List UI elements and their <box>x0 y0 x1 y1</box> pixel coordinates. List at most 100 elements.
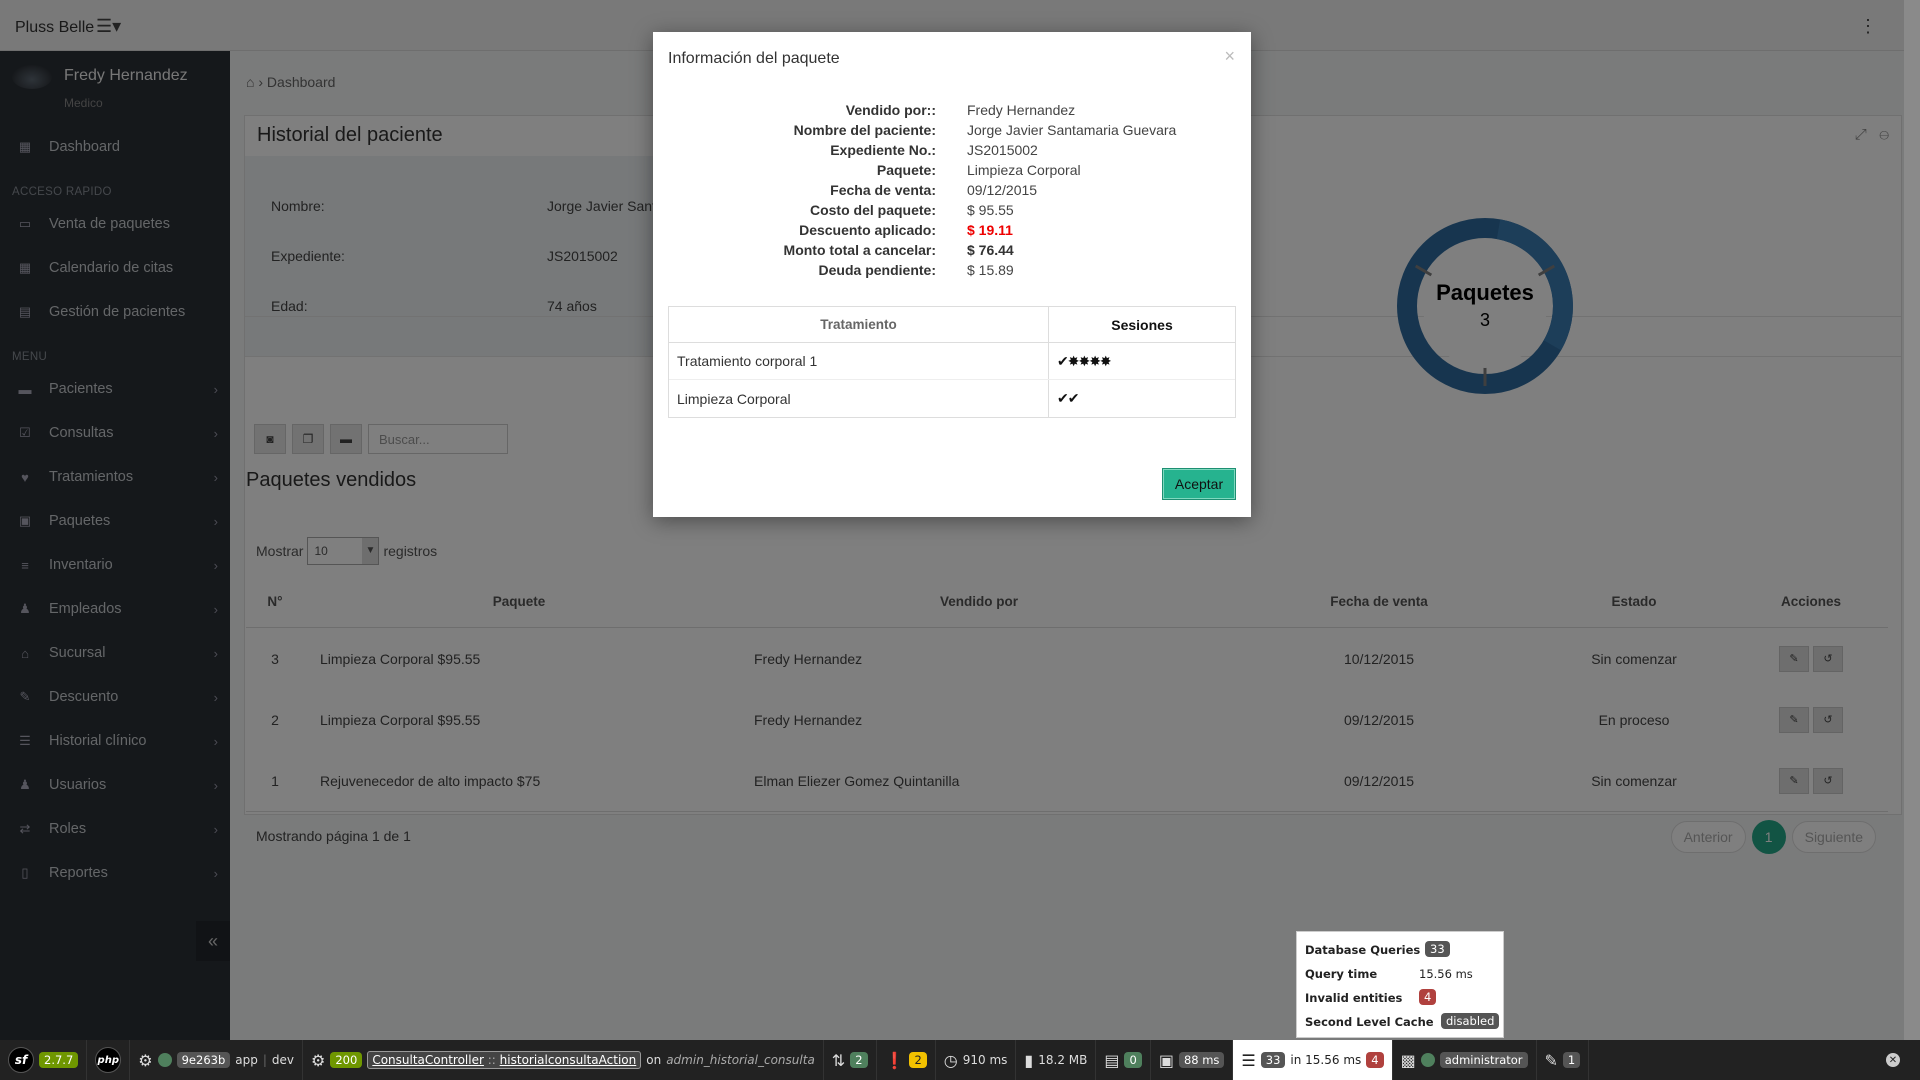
accept-button[interactable]: Aceptar <box>1162 468 1236 500</box>
detail-value: Limpieza Corporal <box>967 162 1081 178</box>
sf-env: dev <box>271 1053 295 1067</box>
detail-label: Paquete: <box>876 162 936 178</box>
sf-app: app <box>235 1053 258 1067</box>
sf-version: 2.7.7 <box>39 1052 79 1068</box>
symfony-logo-icon: sf <box>8 1047 34 1073</box>
sf-controller: ConsultaController <box>372 1053 484 1067</box>
detail-row: Vendido por:: Fredy Hernandez <box>653 102 1251 122</box>
request-segment[interactable]: ⚙ 200 ConsultaController :: historialcon… <box>303 1040 824 1080</box>
package-info-modal: Información del paquete × Vendido por:: F… <box>653 32 1251 517</box>
detail-label: Descuento aplicado: <box>799 222 936 238</box>
magic-wand-icon: ✎ <box>1544 1050 1558 1070</box>
sf-time: 910 ms <box>962 1053 1008 1067</box>
sf-token: 9e263b <box>176 1052 231 1068</box>
sf-invalid: 4 <box>1366 1052 1384 1068</box>
time-segment[interactable]: ◷ 910 ms <box>936 1040 1017 1080</box>
sf-memory: 18.2 MB <box>1038 1053 1088 1067</box>
forms-segment[interactable]: ▤ 0 <box>1096 1040 1151 1080</box>
sf-action: historialconsultaAction <box>499 1053 637 1067</box>
detail-value: $ 95.55 <box>967 202 1014 218</box>
translation-segment[interactable]: ✎ 1 <box>1537 1040 1590 1080</box>
detail-value: 09/12/2015 <box>967 182 1038 198</box>
close-icon[interactable]: × <box>1224 46 1235 67</box>
detail-label: Expediente No.: <box>830 142 936 158</box>
treatment-cell: Limpieza Corporal <box>669 380 1049 417</box>
sf-route: admin_historial_consulta <box>666 1053 815 1067</box>
scrollbar[interactable] <box>1904 0 1920 1040</box>
detail-value: JS2015002 <box>967 142 1038 158</box>
tooltip-label: Query time <box>1305 967 1378 981</box>
ajax-segment[interactable]: ⇅ 2 <box>824 1040 877 1080</box>
form-icon: ▤ <box>1104 1050 1120 1070</box>
security-segment[interactable]: ▩ administrator <box>1393 1040 1537 1080</box>
detail-row: Deuda pendiente: $ 15.89 <box>653 262 1251 282</box>
sessions-cell: ✔✔ <box>1057 390 1079 406</box>
sessions-cell: ✔✸✸✸✸ <box>1057 352 1112 369</box>
tooltip-label: Database Queries <box>1305 943 1421 957</box>
sf-version-segment[interactable]: sf 2.7.7 <box>0 1040 88 1080</box>
table-header: Tratamiento Sesiones <box>669 307 1235 343</box>
twig-segment[interactable]: ▣ 88 ms <box>1151 1040 1234 1080</box>
config-icon: ⚙ <box>138 1050 153 1070</box>
tooltip-label: Invalid entities <box>1305 991 1403 1005</box>
ajax-icon: ⇅ <box>831 1050 846 1070</box>
doctrine-tooltip: Database Queries 33 Query time 15.56 ms … <box>1296 931 1504 1038</box>
sf-queries: 33 <box>1260 1052 1286 1068</box>
column-header: Sesiones <box>1111 316 1173 333</box>
sf-forms: 0 <box>1124 1052 1142 1068</box>
sf-on: on <box>646 1053 662 1067</box>
detail-row: Paquete: Limpieza Corporal <box>653 162 1251 182</box>
table-row: Tratamiento corporal 1 ✔✸✸✸✸ <box>669 343 1235 380</box>
detail-label: Vendido por:: <box>845 102 936 118</box>
detail-row: Costo del paquete: $ 95.55 <box>653 202 1251 222</box>
memory-segment[interactable]: ▮ 18.2 MB <box>1016 1040 1097 1080</box>
tooltip-label: Second Level Cache <box>1305 1015 1434 1029</box>
detail-value: $ 19.11 <box>967 222 1013 238</box>
detail-value: $ 76.44 <box>967 242 1014 258</box>
tooltip-value: 15.56 ms <box>1419 967 1473 981</box>
php-logo-icon: php <box>95 1047 122 1073</box>
detail-row: Expediente No.: JS2015002 <box>653 142 1251 162</box>
close-toolbar-icon[interactable]: ✕ <box>1886 1053 1900 1067</box>
sf-translation: 1 <box>1562 1052 1581 1068</box>
user-icon: ▩ <box>1400 1050 1416 1070</box>
sf-user: administrator <box>1439 1052 1528 1068</box>
detail-value: $ 15.89 <box>967 262 1014 278</box>
sf-query-time: in 15.56 ms <box>1290 1053 1362 1067</box>
sf-twig: 88 ms <box>1178 1052 1225 1068</box>
detail-row: Descuento aplicado: $ 19.11 <box>653 222 1251 242</box>
gear-icon: ⚙ <box>311 1050 326 1070</box>
detail-value: Fredy Hernandez <box>967 102 1076 118</box>
treatment-cell: Tratamiento corporal 1 <box>669 343 1049 379</box>
logs-segment[interactable]: ❗ 2 <box>877 1040 936 1080</box>
tooltip-value: disabled <box>1441 1013 1500 1029</box>
database-icon: ☰ <box>1241 1050 1256 1070</box>
table-row: Limpieza Corporal ✔✔ <box>669 380 1235 417</box>
twig-icon: ▣ <box>1158 1050 1174 1070</box>
sf-controller-box: ConsultaController :: historialconsultaA… <box>367 1051 642 1069</box>
sf-status: 200 <box>330 1052 363 1068</box>
clock-icon: ◷ <box>943 1050 958 1070</box>
config-segment[interactable]: ⚙ 9e263b app | dev <box>130 1040 304 1080</box>
detail-row: Monto total a cancelar: $ 76.44 <box>653 242 1251 262</box>
modal-title: Información del paquete <box>668 50 840 67</box>
tooltip-value: 4 <box>1419 989 1437 1005</box>
status-dot-icon <box>1420 1053 1435 1067</box>
detail-label: Deuda pendiente: <box>818 262 936 278</box>
detail-value: Jorge Javier Santamaria Guevara <box>967 122 1177 138</box>
sf-warnings: 2 <box>909 1052 927 1068</box>
warning-icon: ❗ <box>884 1050 905 1070</box>
memory-icon: ▮ <box>1024 1050 1034 1070</box>
symfony-debug-toolbar: sf 2.7.7 php ⚙ 9e263b app | dev ⚙ 200 Co… <box>0 1040 1920 1080</box>
status-dot-icon <box>157 1053 172 1067</box>
detail-row: Fecha de venta: 09/12/2015 <box>653 182 1251 202</box>
detail-label: Fecha de venta: <box>830 182 936 198</box>
detail-label: Costo del paquete: <box>809 202 936 218</box>
column-header: Tratamiento <box>669 307 1049 342</box>
php-segment[interactable]: php <box>87 1040 131 1080</box>
detail-label: Nombre del paciente: <box>793 122 936 138</box>
doctrine-segment[interactable]: ☰ 33 in 15.56 ms 4 <box>1233 1040 1393 1080</box>
tooltip-value: 33 <box>1425 941 1450 957</box>
sf-ajax-count: 2 <box>850 1052 868 1068</box>
detail-row: Nombre del paciente: Jorge Javier Santama… <box>653 122 1251 142</box>
